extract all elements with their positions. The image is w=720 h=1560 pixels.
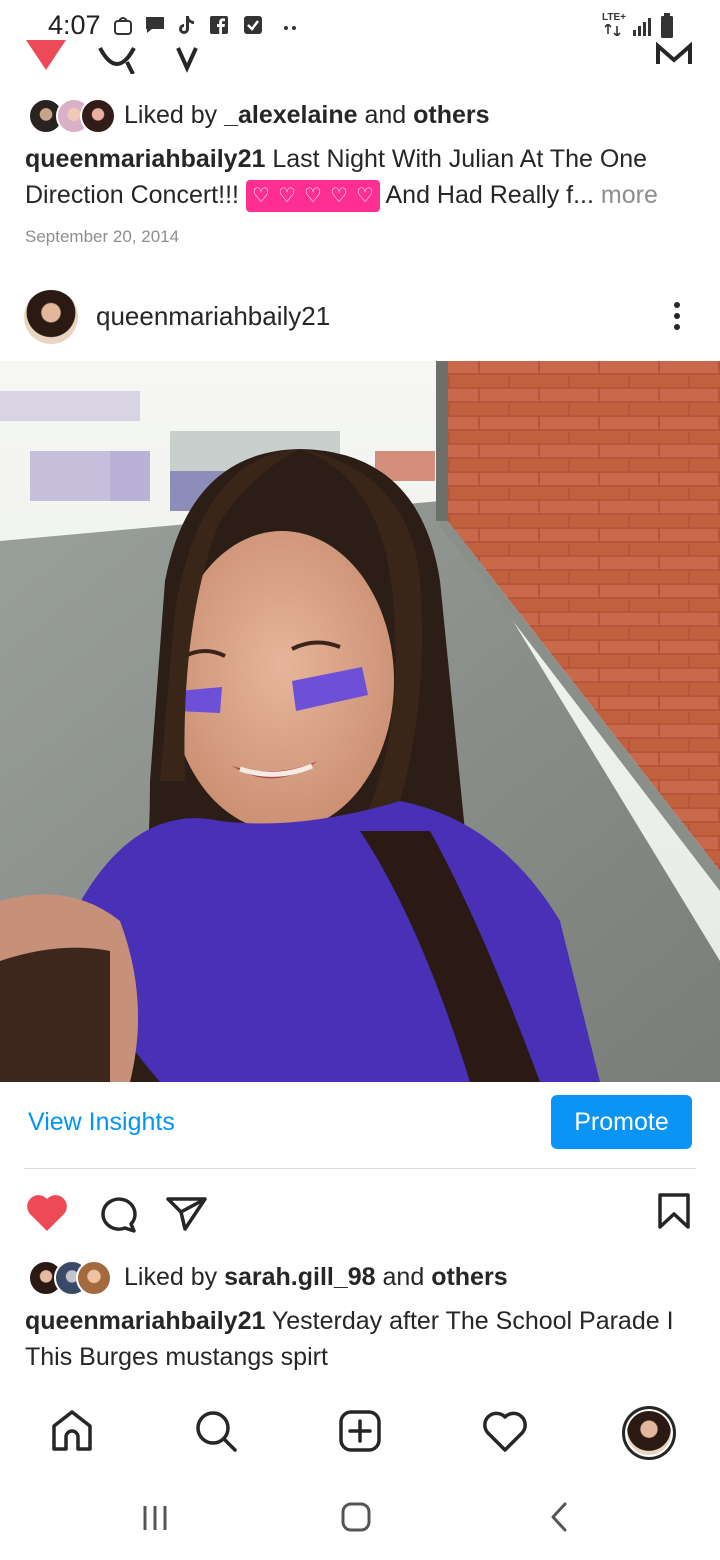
post-caption: queenmariahbaily21 Yesterday after The S… xyxy=(25,1303,695,1375)
liked-by-prefix: Liked by xyxy=(124,101,218,129)
back-button[interactable] xyxy=(548,1502,570,1532)
share-icon[interactable] xyxy=(176,40,200,74)
heart-emojis: ♡ ♡ ♡ ♡ ♡ xyxy=(245,180,380,213)
liked-by-and: and xyxy=(364,101,407,129)
view-insights-link[interactable]: View Insights xyxy=(28,1108,175,1137)
liked-by-others[interactable]: others xyxy=(413,101,489,129)
caption-username[interactable]: queenmariahbaily21 xyxy=(25,1307,265,1335)
liked-by-others[interactable]: others xyxy=(431,1263,507,1291)
share-icon[interactable] xyxy=(165,1196,209,1232)
liked-by-user[interactable]: _alexelaine xyxy=(224,101,357,129)
liked-heart-icon[interactable] xyxy=(26,40,66,74)
battery-icon xyxy=(661,13,673,38)
post-author-username[interactable]: queenmariahbaily21 xyxy=(96,301,330,332)
heart-emoji-icon: ♡ xyxy=(303,185,322,208)
new-post-icon[interactable] xyxy=(338,1409,382,1453)
status-time: 4:07 xyxy=(48,10,101,40)
recent-apps-button[interactable] xyxy=(140,1504,170,1532)
divider xyxy=(24,1168,696,1169)
search-icon[interactable] xyxy=(194,1409,238,1453)
bottom-navigation xyxy=(0,1393,720,1473)
comment-icon[interactable] xyxy=(97,1194,139,1234)
check-box-icon xyxy=(244,16,262,34)
tiktok-icon xyxy=(179,16,194,34)
liker-avatar[interactable] xyxy=(76,1260,112,1296)
network-type: LTE+ xyxy=(602,12,626,23)
activity-heart-icon[interactable] xyxy=(482,1411,528,1453)
caption-text-continued: And Had Really f... xyxy=(385,181,594,209)
home-icon[interactable] xyxy=(50,1409,94,1453)
heart-emoji-icon: ♡ xyxy=(329,185,348,208)
more-link[interactable]: more xyxy=(601,181,658,209)
more-dots-icon xyxy=(284,26,296,30)
post-photo[interactable] xyxy=(0,361,720,1082)
signal-icon xyxy=(633,18,651,36)
save-bookmark-icon[interactable] xyxy=(656,1192,692,1230)
home-button[interactable] xyxy=(340,1501,372,1533)
post-photo-image xyxy=(0,361,720,1082)
post-caption: queenmariahbaily21 Last Night With Julia… xyxy=(25,141,705,213)
liked-heart-icon[interactable] xyxy=(26,1194,68,1232)
data-arrows-icon xyxy=(604,24,621,36)
caption-username[interactable]: queenmariahbaily21 xyxy=(25,145,265,173)
liked-by-and: and xyxy=(382,1263,425,1291)
liked-by-user[interactable]: sarah.gill_98 xyxy=(224,1263,375,1291)
liker-avatar[interactable] xyxy=(80,98,116,134)
system-navigation-bar xyxy=(0,1474,720,1560)
bag-icon xyxy=(114,17,132,35)
likes-summary[interactable]: Liked by _alexelaine and others xyxy=(124,101,490,130)
post-author-avatar[interactable] xyxy=(24,290,78,344)
save-bookmark-icon[interactable] xyxy=(656,40,692,66)
post-date: September 20, 2014 xyxy=(25,227,180,246)
message-icon xyxy=(146,17,164,33)
profile-avatar[interactable] xyxy=(622,1406,676,1460)
more-options-icon[interactable] xyxy=(666,298,688,334)
likes-summary[interactable]: Liked by sarah.gill_98 and others xyxy=(124,1263,508,1292)
facebook-icon xyxy=(210,16,228,34)
heart-emoji-icon: ♡ xyxy=(277,185,296,208)
comment-icon[interactable] xyxy=(97,40,137,74)
heart-emoji-icon: ♡ xyxy=(355,185,374,208)
liked-by-prefix: Liked by xyxy=(124,1263,218,1291)
heart-emoji-icon: ♡ xyxy=(251,185,270,208)
promote-button[interactable]: Promote xyxy=(551,1095,692,1149)
